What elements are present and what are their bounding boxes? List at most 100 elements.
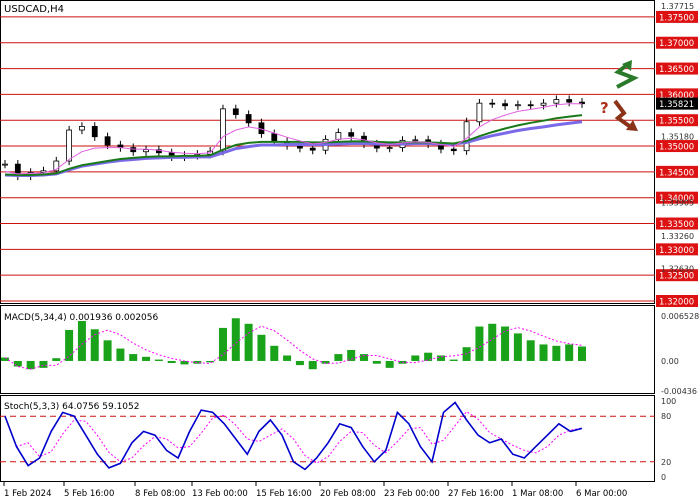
macd-bar <box>244 323 253 361</box>
macd-bar <box>283 355 292 361</box>
stoch-label: Stoch(5,3,3) 64.0756 59.1052 <box>4 402 139 412</box>
macd-scale-label: 0.006528 <box>661 312 699 321</box>
macd-bar <box>436 355 445 361</box>
chart-canvas[interactable]: 1 Feb 2024 5 Feb 16:00 8 Feb 08:00 13 Feb 0… <box>0 0 700 500</box>
candle-body <box>489 102 496 105</box>
candle-body <box>309 147 316 151</box>
macd-bar <box>372 360 381 364</box>
chart-window[interactable]: 1 Feb 2024 5 Feb 16:00 8 Feb 08:00 13 Feb 0… <box>0 0 700 500</box>
candle-body <box>130 147 137 153</box>
candle-body <box>476 102 483 123</box>
candle-body <box>66 129 73 162</box>
macd-bar <box>295 360 304 366</box>
candle-body <box>502 103 508 107</box>
time-axis: 1 Feb 2024 5 Feb 16:00 8 Feb 08:00 13 Feb 0… <box>3 482 627 499</box>
price-tick-label: 1.35180 <box>661 133 694 142</box>
level-label: 1.36500 <box>659 65 694 75</box>
level-label: 1.37500 <box>659 13 694 23</box>
candle-body <box>2 163 8 166</box>
macd-bar <box>552 345 561 361</box>
price-tick-label: 1.32630 <box>661 264 694 273</box>
macd-bar <box>488 323 497 361</box>
level-label: 1.35000 <box>659 143 694 153</box>
macd-bar <box>26 360 35 370</box>
candle-body <box>553 99 560 104</box>
macd-bar <box>449 359 458 361</box>
macd-bar <box>385 360 394 368</box>
macd-bar <box>270 345 279 361</box>
macd-bar <box>513 333 522 361</box>
macd-bar <box>526 340 535 361</box>
macd-bar <box>90 329 99 361</box>
up-arrow-icon <box>614 60 639 89</box>
candle-body <box>566 99 573 103</box>
macd-bar <box>154 359 163 361</box>
level-label: 1.33000 <box>659 246 694 256</box>
time-label: 6 Mar 00:00 <box>576 489 627 499</box>
candle-body <box>91 126 98 138</box>
macd-histogram <box>1 318 586 370</box>
price-tick-label: 1.37715 <box>661 2 694 11</box>
macd-bar <box>65 329 74 361</box>
time-label: 27 Feb 16:00 <box>448 489 504 499</box>
time-label: 5 Feb 16:00 <box>64 489 114 499</box>
macd-scale-label: 0.00 <box>661 357 679 366</box>
candle-body <box>348 132 355 137</box>
candle-body <box>386 147 393 149</box>
macd-bar <box>142 356 151 361</box>
macd-bar <box>347 349 356 361</box>
macd-bar <box>13 360 22 367</box>
macd-bar <box>129 354 138 361</box>
stoch-scale-label: 0 <box>661 473 666 482</box>
macd-bar <box>77 321 86 361</box>
stoch-scale-label: 20 <box>661 458 671 467</box>
macd-bar <box>565 344 574 361</box>
candle-body <box>527 104 534 107</box>
candle-body <box>79 126 85 131</box>
macd-bar <box>103 340 112 361</box>
candle-body <box>450 148 457 152</box>
chart-title: USDCAD,H4 <box>4 4 64 15</box>
time-label: 23 Feb 00:00 <box>384 489 440 499</box>
support-resistance-levels <box>0 16 655 302</box>
candle-body <box>271 133 278 142</box>
time-label: 20 Feb 08:00 <box>320 489 376 499</box>
macd-bar <box>39 360 48 368</box>
macd-bar <box>475 326 484 361</box>
time-label: 13 Feb 00:00 <box>192 489 248 499</box>
stoch-signal-line <box>4 410 583 464</box>
level-label: 1.37000 <box>659 39 694 49</box>
current-price-label: 1.35821 <box>659 100 694 110</box>
macd-bar <box>539 344 548 361</box>
stoch-scale-label: 80 <box>661 412 671 421</box>
candle-body <box>540 102 547 106</box>
stoch-scale-label: 100 <box>661 397 676 406</box>
macd-bar <box>308 360 317 370</box>
candle-body <box>514 104 521 107</box>
candle-body <box>220 108 226 152</box>
candle-body <box>245 114 252 124</box>
candle-body <box>232 108 239 115</box>
time-label: 1 Feb 2024 <box>4 489 52 499</box>
macd-bar <box>167 360 176 364</box>
macd-bar <box>501 326 510 361</box>
level-label: 1.33500 <box>659 220 694 230</box>
main-pane-border <box>0 0 655 304</box>
macd-bar <box>206 360 215 363</box>
down-arrow-icon <box>613 99 638 131</box>
level-label: 1.35500 <box>659 117 694 127</box>
macd-bar <box>116 348 125 361</box>
candle-body <box>104 136 111 146</box>
time-label: 8 Feb 08:00 <box>135 489 185 499</box>
price-tick-label: 1.33260 <box>661 232 694 241</box>
macd-label: MACD(5,34,4) 0.001936 0.002056 <box>4 313 159 323</box>
candle-body <box>335 132 342 140</box>
question-mark-icon: ? <box>600 99 609 117</box>
price-candles <box>2 95 585 181</box>
price-axis: 1.375001.370001.365001.360001.355001.350… <box>656 2 699 482</box>
macd-bar <box>52 358 61 361</box>
macd-bar <box>231 318 240 361</box>
moving-averages <box>4 103 583 177</box>
time-label: 15 Feb 16:00 <box>256 489 312 499</box>
level-label: 1.34500 <box>659 168 694 178</box>
